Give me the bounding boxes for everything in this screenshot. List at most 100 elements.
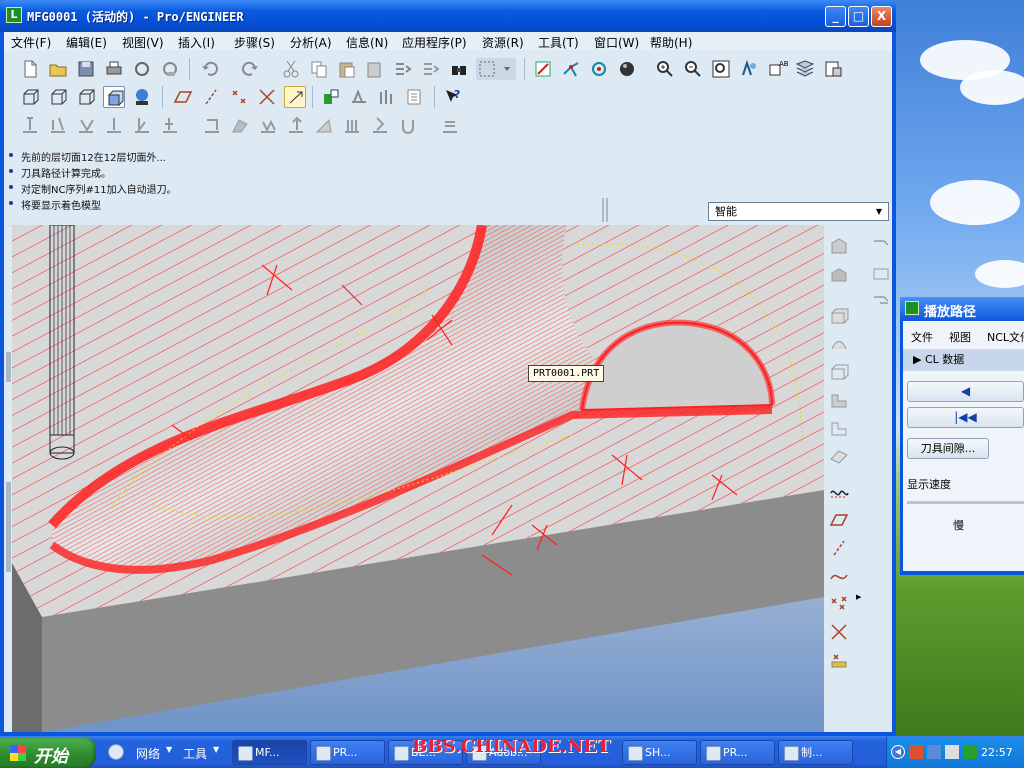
sketch-plane-icon[interactable] — [532, 58, 554, 80]
saved-views-icon[interactable]: AB — [766, 58, 788, 80]
coordinate-system-icon[interactable] — [828, 621, 850, 643]
minimize-button[interactable]: _ — [825, 6, 846, 27]
tray-network-icon[interactable] — [927, 745, 941, 759]
menu-tools[interactable]: 工具(T) — [538, 34, 579, 51]
mfg-tool-1-icon[interactable] — [19, 114, 41, 136]
rewind-button[interactable]: |◀◀ — [907, 407, 1024, 428]
undo-icon[interactable] — [199, 58, 221, 80]
mfg-tool-9-icon[interactable] — [257, 114, 279, 136]
fixture-2-icon[interactable] — [828, 417, 850, 439]
spin-center-display-icon[interactable] — [284, 86, 306, 108]
mfg-tool-6-icon[interactable] — [159, 114, 181, 136]
hidden-line-icon[interactable] — [47, 86, 69, 108]
tray-expand-icon[interactable]: ◀ — [891, 745, 905, 759]
menu-edit[interactable]: 编辑(E) — [66, 34, 107, 51]
shading-sphere-icon[interactable] — [616, 58, 638, 80]
skin-icon[interactable] — [828, 445, 850, 467]
shading-mode-icon[interactable] — [103, 86, 125, 108]
datum-point-display-icon[interactable] — [228, 86, 250, 108]
mfg-model-2-icon[interactable] — [870, 235, 892, 257]
workcell-icon[interactable] — [404, 86, 426, 108]
analysis-feature-icon[interactable] — [828, 649, 850, 671]
cut-icon[interactable] — [280, 58, 302, 80]
send-mail-icon[interactable] — [131, 58, 153, 80]
select-box-icon[interactable] — [476, 58, 516, 80]
task-zhi[interactable]: 制... — [778, 740, 853, 765]
mill-window-icon[interactable] — [828, 361, 850, 383]
mfg-model-icon[interactable] — [828, 235, 850, 257]
regenerate-icon[interactable] — [392, 58, 414, 80]
menu-window[interactable]: 窗口(W) — [594, 34, 639, 51]
maximize-button[interactable]: □ — [848, 6, 869, 27]
mfg-tool-12-icon[interactable] — [341, 114, 363, 136]
filter-select[interactable]: 智能 ▼ — [708, 202, 889, 221]
graphics-viewport[interactable]: PRT0001.PRT — [12, 225, 824, 732]
new-file-icon[interactable] — [19, 58, 41, 80]
mfg-workpiece-icon[interactable] — [828, 263, 850, 285]
mfg-tool-15-icon[interactable] — [439, 114, 461, 136]
menu-analysis[interactable]: 分析(A) — [290, 34, 332, 51]
panel-menu-ncl-file[interactable]: NCL文件 — [987, 329, 1024, 345]
play-backward-button[interactable]: ◀ — [907, 381, 1024, 402]
menu-info[interactable]: 信息(N) — [346, 34, 388, 51]
panel-title-bar[interactable]: 播放路径 — [900, 297, 1024, 321]
speed-slider[interactable] — [907, 501, 1024, 504]
mfg-tool-3-icon[interactable] — [75, 114, 97, 136]
menu-steps[interactable]: 步骤(S) — [234, 34, 275, 51]
zoom-in-icon[interactable] — [654, 58, 676, 80]
menu-view[interactable]: 视图(V) — [122, 34, 164, 51]
menu-help[interactable]: 帮助(H) — [650, 34, 692, 51]
mfg-tool-10-icon[interactable] — [285, 114, 307, 136]
copy-icon[interactable] — [308, 58, 330, 80]
panel-menu-file[interactable]: 文件 — [911, 329, 933, 345]
view-manager-icon[interactable] — [822, 58, 844, 80]
cl-data-section[interactable]: ▶ CL 数据 — [903, 349, 1024, 371]
tray-volume-icon[interactable] — [945, 745, 959, 759]
task-mfg[interactable]: MF... — [232, 740, 307, 765]
flyout-arrow-icon[interactable]: ▶ — [856, 593, 864, 615]
splitter-handle[interactable] — [602, 198, 608, 222]
menu-applications[interactable]: 应用程序(P) — [402, 34, 467, 51]
mfg-tool-13-icon[interactable] — [369, 114, 391, 136]
datum-plane-icon[interactable] — [828, 509, 850, 531]
task-sh[interactable]: SH... — [622, 740, 697, 765]
mfg-workpiece-2-icon[interactable] — [870, 263, 892, 285]
mfg-tool-2-icon[interactable] — [47, 114, 69, 136]
datum-point-icon[interactable] — [828, 593, 850, 615]
menu-resources[interactable]: 资源(R) — [482, 34, 524, 51]
menu-file[interactable]: 文件(F) — [11, 34, 51, 51]
side-handle[interactable] — [6, 482, 11, 572]
paste-special-icon[interactable] — [364, 58, 386, 80]
print-icon[interactable] — [103, 58, 125, 80]
mfg-tool-14-icon[interactable] — [397, 114, 419, 136]
task-pr-1[interactable]: PR... — [310, 740, 385, 765]
mfg-tool-4-icon[interactable] — [103, 114, 125, 136]
datum-axis-display-icon[interactable] — [200, 86, 222, 108]
tray-shield-icon[interactable] — [963, 745, 977, 759]
mill-surface-icon[interactable] — [828, 333, 850, 355]
open-folder-icon[interactable] — [47, 58, 69, 80]
network-toolbar[interactable]: 网络 — [136, 745, 160, 762]
mill-volume-icon[interactable] — [828, 305, 850, 327]
find-icon[interactable] — [448, 58, 470, 80]
start-button[interactable]: 开始 — [0, 737, 96, 768]
mfg-setup-icon[interactable] — [320, 86, 342, 108]
paste-icon[interactable] — [336, 58, 358, 80]
fixture-icon[interactable] — [828, 389, 850, 411]
close-button[interactable]: X — [871, 6, 892, 27]
mfg-tool-7-icon[interactable] — [201, 114, 223, 136]
coordinate-system-display-icon[interactable] — [256, 86, 278, 108]
layers-icon[interactable] — [794, 58, 816, 80]
context-help-icon[interactable]: ? — [442, 86, 464, 108]
nc-sequence-icon[interactable] — [348, 86, 370, 108]
no-hidden-icon[interactable] — [75, 86, 97, 108]
datum-axis-tool-icon[interactable] — [828, 537, 850, 559]
wireframe-icon[interactable] — [19, 86, 41, 108]
save-icon[interactable] — [75, 58, 97, 80]
mfg-tool-8-icon[interactable] — [229, 114, 251, 136]
reorient-icon[interactable] — [738, 58, 760, 80]
datum-axis-icon[interactable] — [560, 58, 582, 80]
menu-insert[interactable]: 插入(I) — [178, 34, 215, 51]
redo-icon[interactable] — [239, 58, 261, 80]
operation-icon[interactable] — [376, 86, 398, 108]
